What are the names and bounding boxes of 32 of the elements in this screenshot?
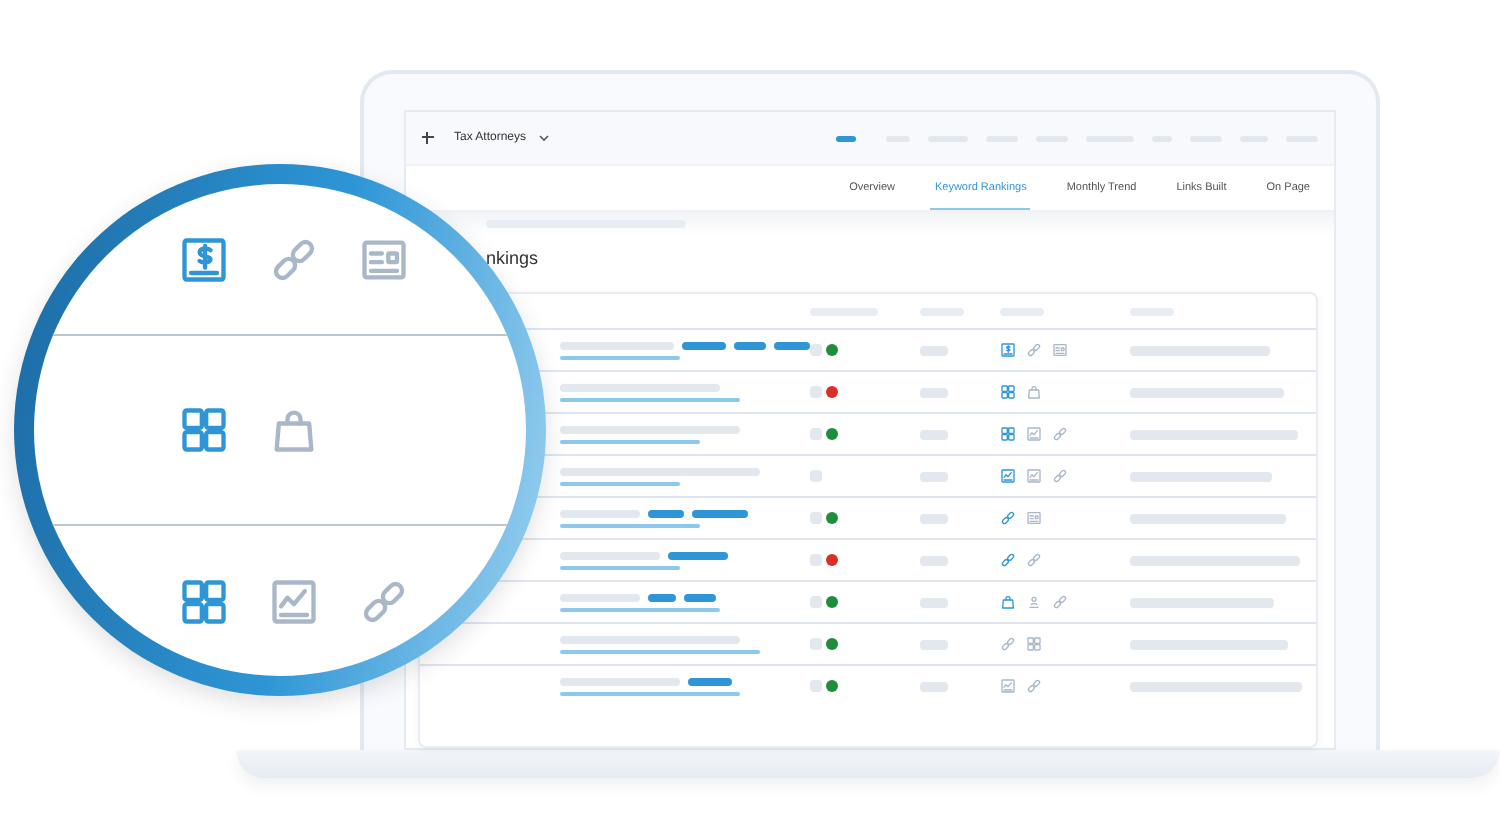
placeholder-bar [681,341,727,349]
placeholder-bar [810,428,822,440]
placeholder-bar [920,639,948,649]
placeholder-bar [920,387,948,397]
placeholder-bar [810,554,822,566]
placeholder-bar [810,386,822,398]
placeholder-bar [836,135,856,141]
placeholder-bar [692,509,748,517]
placeholder-bar [920,345,948,355]
placeholder-bar [810,680,822,692]
placeholder-bar [810,512,822,524]
section-title: nkings [484,246,541,272]
placeholder-bar [734,341,767,349]
placeholder-bar [684,593,716,601]
placeholder-bar [920,513,948,523]
placeholder-bar [810,470,822,482]
placeholder-bar [688,677,732,685]
caret-icon[interactable] [538,134,551,142]
placeholder-bar [648,509,684,517]
placeholder-bar [810,596,822,608]
placeholder-bar [920,429,948,439]
placeholder-bar [648,593,676,601]
placeholder-bar [920,681,948,691]
placeholder-bar [1130,345,1270,355]
placeholder-bar [1130,471,1272,481]
placeholder-bar [1130,597,1274,607]
placeholder-bar [920,597,948,607]
placeholder-bar [920,471,948,481]
placeholder-bar [668,551,728,559]
placeholder-bar [920,555,948,565]
plus-icon[interactable] [422,132,434,144]
placeholder-bar [810,638,822,650]
